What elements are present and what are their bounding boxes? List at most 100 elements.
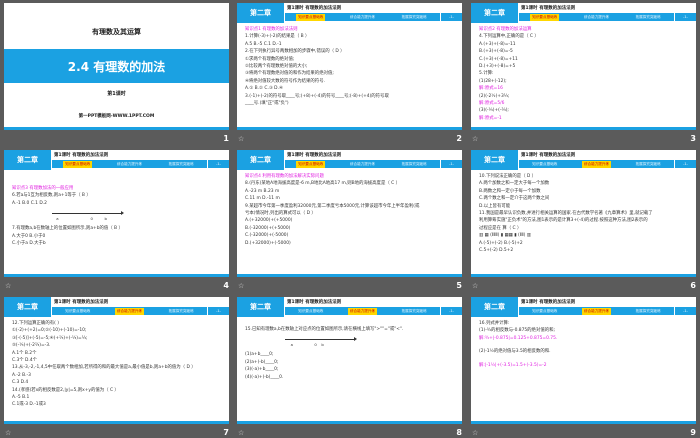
animation-star-icon[interactable]: ☆	[472, 135, 478, 143]
lesson-title: 第1课时 有理数的加法法则	[521, 153, 576, 158]
tab-2[interactable]: 综合能力提升练	[337, 307, 389, 315]
question-text: A.(-5)+(-2) B.(-5)+2	[479, 240, 523, 246]
tab-1[interactable]: 知识要点基础练	[285, 160, 337, 168]
tab-label: 拓展探究突破练	[401, 14, 427, 19]
chapter-label: 第二章	[4, 150, 51, 170]
animation-star-icon[interactable]: ☆	[238, 429, 244, 437]
slide-thumbnail[interactable]: 第二章 第1课时 有理数的加法法则 知识要点基础练 综合能力提升练 拓展探究突破练 -1-…	[237, 3, 462, 130]
tab-label: 综合能力提升练	[114, 307, 145, 315]
tab-1[interactable]: 知识要点基础练	[52, 307, 104, 315]
question-text: 11.我国是最早认识负数,并进行相关运算的国家.在古代数学名著《九章算术》里,就…	[479, 211, 653, 217]
tab-3[interactable]: 拓展探究突破练	[622, 307, 674, 315]
lesson-title: 第1课时 有理数的加法法则	[521, 6, 576, 11]
question-text: C.(-32000)+(-5000)	[245, 233, 289, 239]
tab-3[interactable]: 拓展探究突破练	[622, 160, 674, 168]
slide-body: 16.列式并计算: (1)-¾的相反数与-0.875的绝对值的和; 解:¾+|-0.…	[479, 320, 690, 369]
tab-bar: 知识要点基础练 综合能力提升练 拓展探究突破练 -1-	[52, 160, 229, 168]
slide-thumbnail[interactable]: 第二章 第1课时 有理数的加法法则 知识要点基础练 综合能力提升练 拓展探究突破练 -1-…	[237, 150, 462, 277]
question-text: 3.(-1)+(-2)的符号取____号;(+8)+(-4)的符号____号;(…	[245, 93, 389, 99]
tab-label: 综合能力提升练	[116, 161, 143, 166]
tab-1[interactable]: 知识要点基础练	[285, 307, 337, 315]
animation-star-icon[interactable]: ☆	[472, 282, 478, 290]
question-text: B.(-32000)+(+5000)	[245, 225, 291, 231]
question-text: D.(+32000)+(-5000)	[245, 240, 291, 246]
tab-label: 知识要点基础练	[298, 308, 324, 313]
animation-star-icon[interactable]: ☆	[5, 429, 11, 437]
tab-1[interactable]: 知识要点基础练	[519, 307, 571, 315]
animation-star-icon[interactable]: ☆	[472, 429, 478, 437]
tab-3[interactable]: 拓展探究突破练	[622, 13, 674, 21]
tab-label: 拓展探究突破练	[168, 308, 194, 313]
tab-2[interactable]: 综合能力提升练	[104, 307, 156, 315]
tab-1[interactable]: 知识要点基础练	[52, 160, 104, 168]
tab-2[interactable]: 综合能力提升练	[571, 160, 623, 168]
tab-label: 拓展探究突破练	[635, 161, 661, 166]
slide-thumbnail[interactable]: 第二章 第1课时 有理数的加法法则 知识要点基础练 综合能力提升练 拓展探究突破练 -1-…	[471, 297, 696, 424]
number-line-point: 0	[314, 342, 317, 348]
question-text: A.-2 B.-3	[12, 372, 31, 378]
question-text: A.-1 B.0 C.1 D.2	[12, 200, 47, 206]
tab-1[interactable]: 知识要点基础练	[285, 13, 337, 21]
lesson-title: 第1课时 有理数的加法法则	[287, 153, 342, 158]
number-line-point: a	[56, 216, 59, 222]
animation-star-icon[interactable]: ☆	[5, 282, 11, 290]
answer-text: 知识点2 有理数的加法运算	[479, 27, 532, 32]
number-line: a 0 b	[52, 209, 124, 223]
slide-header: 第二章 第1课时 有理数的加法法则 知识要点基础练 综合能力提升练 拓展探究突破练 -1-	[237, 297, 462, 317]
number-line-point: b	[104, 216, 107, 222]
tab-2[interactable]: 综合能力提升练	[337, 13, 389, 21]
slide-number: 1	[223, 134, 229, 143]
tab-3[interactable]: 拓展探究突破练	[155, 160, 207, 168]
number-line-point: 0	[90, 216, 93, 222]
slide-thumbnail[interactable]: 第二章 第1课时 有理数的加法法则 知识要点基础练 综合能力提升练 拓展探究突破练 -1-…	[471, 150, 696, 277]
question-text: (1)28+(-12);	[479, 78, 507, 84]
question-text: ④将绝对值较大数的符号作为结果的符号.	[245, 78, 325, 84]
slide-thumbnail[interactable]: 有理数及其运算 2.4 有理数的加法 第1课时 第一PPT模板网-WWW.1PPT.C…	[4, 3, 229, 130]
question-text: 5.计算:	[479, 71, 494, 77]
lesson-title-band: 2.4 有理数的加法	[4, 49, 229, 83]
slide-header: 第二章 第1课时 有理数的加法法则 知识要点基础练 综合能力提升练 拓展探究突破练 -1-	[237, 150, 462, 170]
question-text: ②比较两个有理数绝对值的大小;	[245, 64, 308, 70]
tab-3[interactable]: 拓展探究突破练	[388, 13, 440, 21]
slide-thumbnail[interactable]: 第二章 第1课时 有理数的加法法则 知识要点基础练 综合能力提升练 拓展探究突破练 -1-…	[237, 297, 462, 424]
tab-3[interactable]: 拓展探究突破练	[388, 160, 440, 168]
question-text: (1)a+b____0;	[245, 352, 274, 358]
number-line-point: b	[321, 342, 324, 348]
animation-star-icon[interactable]: ☆	[238, 135, 244, 143]
slide-thumbnail[interactable]: 第二章 第1课时 有理数的加法法则 知识要点基础练 综合能力提升练 拓展探究突破练 -1-…	[4, 297, 229, 424]
question-text: C.1或-3 D.-1或3	[12, 402, 46, 408]
slide-header: 第二章 第1课时 有理数的加法法则 知识要点基础练 综合能力提升练 拓展探究突破练 -1-	[4, 297, 229, 317]
tab-3[interactable]: 拓展探究突破练	[155, 307, 207, 315]
tab-2[interactable]: 综合能力提升练	[104, 160, 156, 168]
slide-footer-bar	[471, 274, 696, 277]
question-text: 14.(孝感)若x的相反数是2,|y|=5,则x+y的值为（ C ）	[12, 387, 119, 393]
tab-1[interactable]: 知识要点基础练	[519, 160, 571, 168]
question-text: 7.有理数a,b在数轴上的位置如图所示,则a+b的值（ B ）	[12, 226, 123, 232]
tab-bar: 知识要点基础练 综合能力提升练 拓展探究突破练 -1-	[285, 13, 462, 21]
question-text: 2.在下列执行异号两数相加的步骤中,错误的（ D ）	[245, 49, 345, 55]
slide-header: 第二章 第1课时 有理数的加法法则 知识要点基础练 综合能力提升练 拓展探究突破练 -1-	[471, 150, 696, 170]
animation-star-icon[interactable]: ☆	[238, 282, 244, 290]
question-text: A.(+3)+(-8)=-11	[479, 41, 516, 47]
slide-footer-bar	[471, 127, 696, 130]
question-text: C.3 D.4	[12, 380, 29, 386]
tab-2[interactable]: 综合能力提升练	[571, 13, 623, 21]
answer-text: 知识点1 有理数的加法法则	[245, 27, 298, 32]
chapter-label: 第二章	[4, 297, 51, 317]
slide-thumbnail[interactable]: 第二章 第1课时 有理数的加法法则 知识要点基础练 综合能力提升练 拓展探究突破练 -1-…	[471, 3, 696, 130]
question-text: (3)(-a)+b____0;	[245, 367, 279, 373]
tab-label: 拓展探究突破练	[635, 308, 661, 313]
slide-body: 知识点2 有理数的加法运算 4.下列运算中,正确的是（ C ） A.(+3)+(-8…	[479, 26, 690, 122]
answer-text: 知识点4 利用有理数的加法解决实际问题	[245, 174, 324, 179]
tab-2[interactable]: 综合能力提升练	[571, 307, 623, 315]
tab-2[interactable]: 综合能力提升练	[337, 160, 389, 168]
tab-label: 知识要点基础练	[532, 161, 558, 166]
tab-3[interactable]: 拓展探究突破练	[388, 307, 440, 315]
unit-title: 有理数及其运算	[92, 28, 141, 36]
question-text: ①求两个有理数的绝对值;	[245, 56, 295, 62]
question-text: 15.已知有理数a,b在数轴上对应点的位置如图所示,请在横线上填写">""="或…	[245, 327, 404, 332]
question-text: D.以上皆有可能	[479, 203, 511, 209]
slide-thumbnail[interactable]: 第二章 第1课时 有理数的加法法则 知识要点基础练 综合能力提升练 拓展探究突破练 -1-…	[4, 150, 229, 277]
slide-footer-bar	[4, 127, 229, 130]
tab-1[interactable]: 知识要点基础练	[519, 13, 571, 21]
